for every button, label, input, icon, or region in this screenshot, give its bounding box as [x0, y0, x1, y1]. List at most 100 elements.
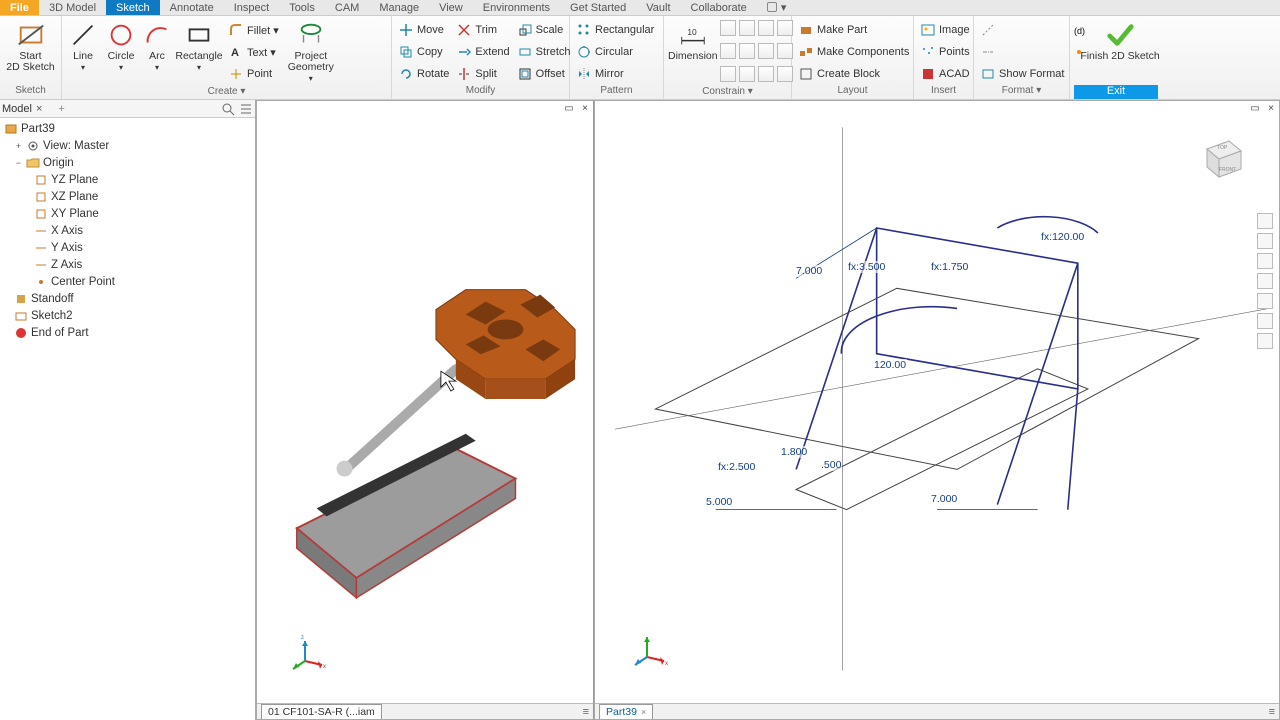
viewport-tab-assembly[interactable]: 01 CF101-SA-R (...iam: [261, 704, 382, 719]
vp-restore-icon[interactable]: ▭: [562, 102, 576, 116]
tree-xz-plane[interactable]: XZ Plane: [0, 188, 255, 205]
tab-view[interactable]: View: [429, 0, 473, 15]
tab-inspect[interactable]: Inspect: [224, 0, 279, 15]
tab-get-started[interactable]: Get Started: [560, 0, 636, 15]
viewport-tab-part[interactable]: Part39×: [599, 704, 653, 719]
extend-button[interactable]: Extend: [454, 42, 512, 62]
nav-zoom-icon[interactable]: [1257, 253, 1273, 269]
constraint-vertical-icon[interactable]: [777, 43, 793, 59]
viewport-sketch[interactable]: ▭×: [594, 100, 1280, 720]
appearance-toggle[interactable]: [767, 2, 777, 12]
circle-button[interactable]: Circle▾: [102, 18, 140, 75]
constraint-perpendicular-icon[interactable]: [739, 43, 755, 59]
dim-120[interactable]: 120.00: [873, 359, 907, 371]
tree-root[interactable]: Part39: [0, 120, 255, 137]
constraint-smooth-icon[interactable]: [739, 66, 755, 82]
tree-standoff[interactable]: Standoff: [0, 290, 255, 307]
constraint-symmetric-icon[interactable]: [758, 66, 774, 82]
tab-close-icon[interactable]: ×: [641, 705, 646, 719]
fillet-button[interactable]: Fillet ▾: [226, 20, 282, 40]
constraint-fix-icon[interactable]: [777, 20, 793, 36]
constraint-concentric-icon[interactable]: [758, 20, 774, 36]
create-block-button[interactable]: Create Block: [796, 64, 912, 84]
finish-sketch-button[interactable]: Finish 2D Sketch: [1074, 18, 1166, 64]
constraint-coincident-icon[interactable]: [720, 20, 736, 36]
appearance-dropdown[interactable]: ▾: [777, 0, 791, 15]
tree-y-axis[interactable]: Y Axis: [0, 239, 255, 256]
point-button[interactable]: Point: [226, 64, 282, 84]
show-format-button[interactable]: Show Format: [978, 64, 1067, 84]
split-button[interactable]: Split: [454, 64, 512, 84]
tab-annotate[interactable]: Annotate: [160, 0, 224, 15]
copy-button[interactable]: Copy: [396, 42, 452, 62]
tab-collaborate[interactable]: Collaborate: [681, 0, 757, 15]
viewport-tab-menu-icon[interactable]: ≡: [1269, 706, 1275, 718]
nav-orbit-icon[interactable]: [1257, 273, 1273, 289]
constraint-collinear-icon[interactable]: [739, 20, 755, 36]
tree-center-point[interactable]: Center Point: [0, 273, 255, 290]
vp-close-icon[interactable]: ×: [578, 102, 592, 116]
start-2d-sketch-button[interactable]: Start 2D Sketch: [4, 18, 57, 75]
constraint-horizontal-icon[interactable]: [758, 43, 774, 59]
dim-500[interactable]: .500: [820, 459, 842, 471]
make-components-button[interactable]: Make Components: [796, 42, 912, 62]
dim-fx120[interactable]: fx:120.00: [1040, 231, 1085, 243]
exit-button[interactable]: Exit: [1074, 85, 1158, 99]
tab-manage[interactable]: Manage: [369, 0, 429, 15]
browser-list-icon[interactable]: [239, 102, 253, 116]
viewport-tab-menu-icon[interactable]: ≡: [583, 706, 589, 718]
constraint-equal-icon[interactable]: [777, 66, 793, 82]
scale-button[interactable]: Scale: [515, 20, 574, 40]
tab-vault[interactable]: Vault: [636, 0, 680, 15]
tree-origin[interactable]: − Origin: [0, 154, 255, 171]
constraint-parallel-icon[interactable]: [720, 43, 736, 59]
trim-button[interactable]: Trim: [454, 20, 512, 40]
browser-search-icon[interactable]: [221, 102, 235, 116]
image-button[interactable]: Image: [918, 20, 973, 40]
viewport-assembly[interactable]: ▭×: [256, 100, 594, 720]
view-cube[interactable]: FRONT TOP: [1195, 131, 1249, 185]
rotate-button[interactable]: Rotate: [396, 64, 452, 84]
dim-5[interactable]: 5.000: [705, 496, 733, 508]
tab-tools[interactable]: Tools: [279, 0, 325, 15]
vp-restore-icon[interactable]: ▭: [1248, 102, 1262, 116]
constraint-tangent-icon[interactable]: [720, 66, 736, 82]
tree-view[interactable]: + View: Master: [0, 137, 255, 154]
nav-more-icon[interactable]: [1257, 333, 1273, 349]
tree-yz-plane[interactable]: YZ Plane: [0, 171, 255, 188]
tree-xy-plane[interactable]: XY Plane: [0, 205, 255, 222]
nav-fullnav-icon[interactable]: [1257, 313, 1273, 329]
tree-sketch2[interactable]: Sketch2: [0, 307, 255, 324]
nav-lookat-icon[interactable]: [1257, 293, 1273, 309]
make-part-button[interactable]: Make Part: [796, 20, 912, 40]
dim-fx35[interactable]: fx:3.500: [847, 261, 886, 273]
browser-close-icon[interactable]: ×: [36, 103, 42, 115]
tree-end-of-part[interactable]: End of Part: [0, 324, 255, 341]
stretch-button[interactable]: Stretch: [515, 42, 574, 62]
points-button[interactable]: Points: [918, 42, 973, 62]
nav-pan-icon[interactable]: [1257, 233, 1273, 249]
vp-close-icon[interactable]: ×: [1264, 102, 1278, 116]
tree-x-axis[interactable]: X Axis: [0, 222, 255, 239]
tab-3d-model[interactable]: 3D Model: [39, 0, 106, 15]
dim-fx175[interactable]: fx:1.750: [930, 261, 969, 273]
text-button[interactable]: AText ▾: [226, 42, 282, 62]
acad-button[interactable]: ACAD: [918, 64, 973, 84]
nav-home-icon[interactable]: [1257, 213, 1273, 229]
rectangular-pattern-button[interactable]: Rectangular: [574, 20, 657, 40]
tab-sketch[interactable]: Sketch: [106, 0, 160, 15]
tab-cam[interactable]: CAM: [325, 0, 369, 15]
construction-toggle[interactable]: [978, 20, 1067, 40]
project-geometry-button[interactable]: Project Geometry▾: [284, 18, 338, 86]
line-button[interactable]: Line▾: [66, 18, 100, 75]
centerline-toggle[interactable]: [978, 42, 1067, 62]
dim-7a[interactable]: 7.000: [795, 265, 823, 277]
dim-7b[interactable]: 7.000: [930, 493, 958, 505]
circular-pattern-button[interactable]: Circular: [574, 42, 657, 62]
tab-environments[interactable]: Environments: [473, 0, 560, 15]
dim-18[interactable]: 1.800: [780, 446, 808, 458]
tab-file[interactable]: File: [0, 0, 39, 15]
dimension-button[interactable]: 10 Dimension: [668, 18, 718, 64]
arc-button[interactable]: Arc▾: [142, 18, 172, 75]
mirror-button[interactable]: Mirror: [574, 64, 657, 84]
